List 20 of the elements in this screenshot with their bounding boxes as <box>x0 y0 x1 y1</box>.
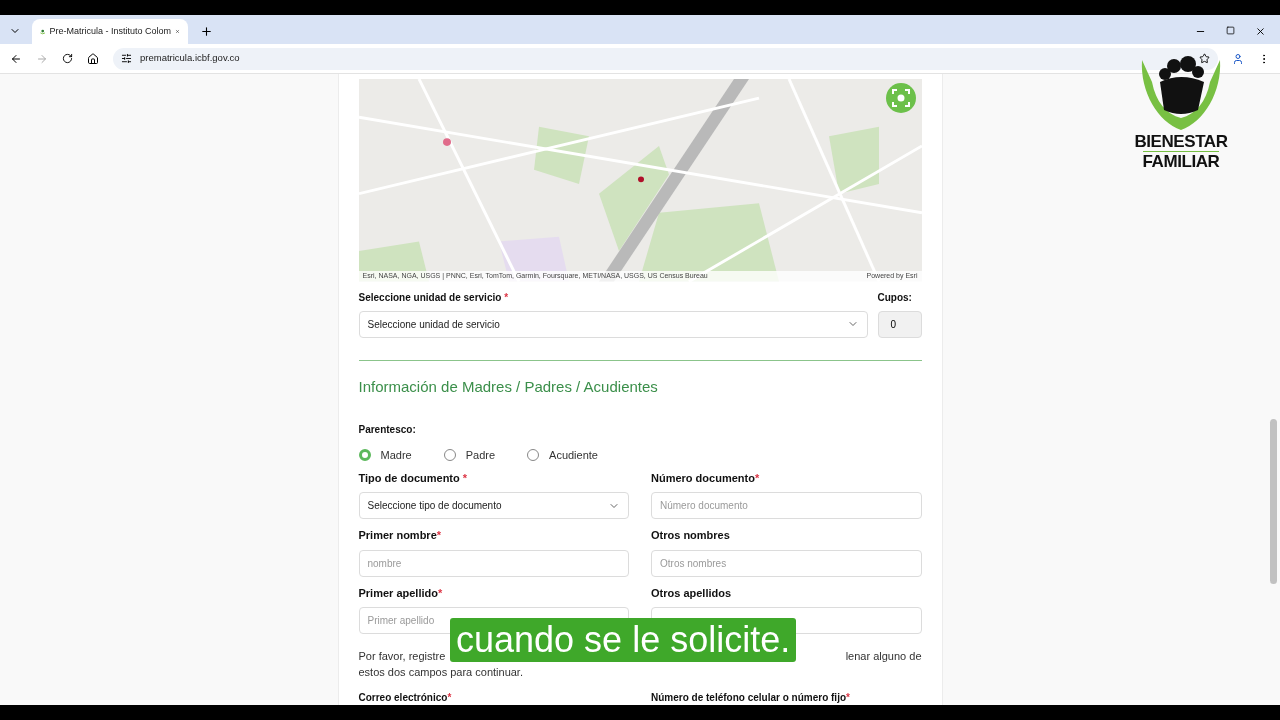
field-label: Primer nombre* <box>358 528 443 543</box>
field-label: Otros apellidos <box>651 585 733 601</box>
field-label: Cupos: <box>877 290 913 305</box>
notice-text: estos dos campos para continuar. <box>358 665 524 680</box>
url-text: prematricula.icbf.gov.co <box>140 51 240 66</box>
caption-toast: cuando se le solicite. <box>450 618 797 662</box>
field-label: Primer apellido* <box>358 585 444 601</box>
field-label: Número de teléfono celular o número fijo* <box>651 691 851 705</box>
field-label: Número documento* <box>651 470 761 486</box>
field-label: Correo electrónico* <box>358 691 453 705</box>
logo-text: FAMILIAR <box>1142 151 1220 171</box>
field-label: Tipo de documento * <box>358 470 469 486</box>
field-label: Seleccione unidad de servicio * <box>358 290 510 305</box>
notice-text: lenar alguno de <box>845 649 922 664</box>
tab-title: Pre-Matricula - Instituto Colom <box>49 24 171 38</box>
field-label: Otros nombres <box>651 528 731 543</box>
notice-text: Por favor, registre <box>358 649 446 664</box>
section-title: Información de Madres / Padres / Acudientes <box>358 376 659 397</box>
field-label: Parentesco: <box>358 423 417 437</box>
logo-text: BIENESTAR <box>1134 132 1228 151</box>
